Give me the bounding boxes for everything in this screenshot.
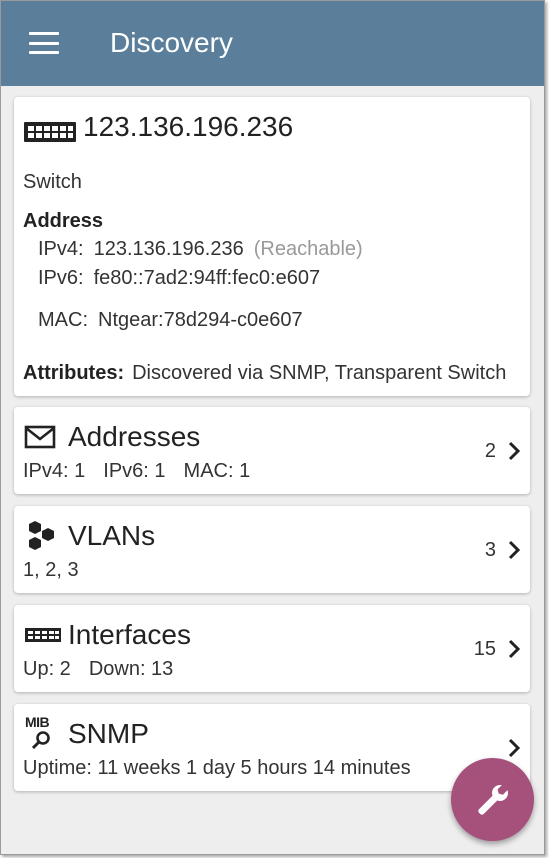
interfaces-summary: Up: 2 Down: 13 — [23, 658, 173, 681]
attributes-label: Attributes: — [23, 362, 125, 384]
ipv6-label: IPv6: — [38, 267, 84, 289]
mib-search-icon: MIB — [23, 714, 63, 752]
addresses-summary: IPv4: 1 IPv6: 1 MAC: 1 — [23, 460, 250, 483]
mib-icon-text: MIB — [25, 714, 50, 730]
tools-fab-button[interactable] — [451, 758, 534, 841]
vlans-list: 1, 2, 3 — [23, 559, 79, 581]
addresses-mac-count: MAC: 1 — [183, 460, 251, 482]
interfaces-up: Up: 2 — [23, 658, 71, 680]
chevron-right-icon — [508, 738, 520, 758]
vlans-card[interactable]: VLANs 1, 2, 3 3 — [14, 506, 530, 593]
attributes-value: Discovered via SNMP, Transparent Switch — [132, 362, 507, 384]
attributes-row: Attributes: Discovered via SNMP, Transpar… — [23, 362, 506, 385]
switch-icon — [24, 122, 76, 142]
addresses-ipv4-count: IPv4: 1 — [23, 460, 86, 482]
app-bar: Discovery — [1, 1, 544, 86]
addresses-count: 2 — [484, 440, 496, 462]
addresses-card[interactable]: Addresses IPv4: 1 IPv6: 1 MAC: 1 2 — [14, 407, 530, 494]
chevron-right-icon — [508, 639, 520, 659]
hexagons-icon — [29, 521, 54, 550]
switch-icon — [25, 628, 61, 642]
interfaces-card[interactable]: Interfaces Up: 2 Down: 13 15 — [14, 605, 530, 692]
snmp-title: SNMP — [68, 718, 149, 749]
envelope-icon — [24, 425, 56, 449]
ipv4-value[interactable]: 123.136.196.236 — [94, 238, 244, 260]
interfaces-title: Interfaces — [68, 619, 191, 650]
mac-row: MAC: Ntgear:78d294-c0e607 — [38, 309, 303, 332]
ipv4-label: IPv4: — [38, 238, 84, 260]
vlans-count: 3 — [484, 539, 496, 561]
address-heading: Address — [23, 210, 104, 232]
vlans-title: VLANs — [68, 520, 156, 551]
interfaces-down: Down: 13 — [88, 658, 174, 680]
ipv6-value[interactable]: fe80::7ad2:94ff:fec0:e607 — [94, 267, 321, 289]
page-title: Discovery — [110, 27, 233, 58]
mac-label: MAC: — [38, 309, 88, 331]
wrench-icon — [477, 784, 508, 815]
addresses-ipv6-count: IPv6: 1 — [103, 460, 166, 482]
chevron-right-icon — [508, 540, 520, 560]
device-type: Switch — [23, 171, 82, 193]
device-card: 123.136.196.236 Switch Address IPv4: 123.… — [14, 97, 530, 396]
mac-value[interactable]: Ntgear:78d294-c0e607 — [98, 309, 303, 331]
ipv4-row: IPv4: 123.136.196.236 (Reachable) — [38, 238, 363, 261]
snmp-card[interactable]: MIB SNMP Uptime: 11 weeks 1 day 5 hours … — [14, 704, 530, 791]
hamburger-menu-icon[interactable] — [29, 32, 59, 54]
device-ip: 123.136.196.236 — [83, 111, 294, 142]
chevron-right-icon — [508, 441, 520, 461]
addresses-title: Addresses — [68, 421, 201, 452]
ipv4-status: (Reachable) — [253, 238, 363, 260]
interfaces-count: 15 — [473, 638, 496, 660]
app-frame: Discovery 123.136.196.236 Switch Address… — [0, 0, 545, 855]
ipv6-row: IPv6: fe80::7ad2:94ff:fec0:e607 — [38, 267, 320, 290]
snmp-uptime: Uptime: 11 weeks 1 day 5 hours 14 minute… — [23, 757, 411, 779]
